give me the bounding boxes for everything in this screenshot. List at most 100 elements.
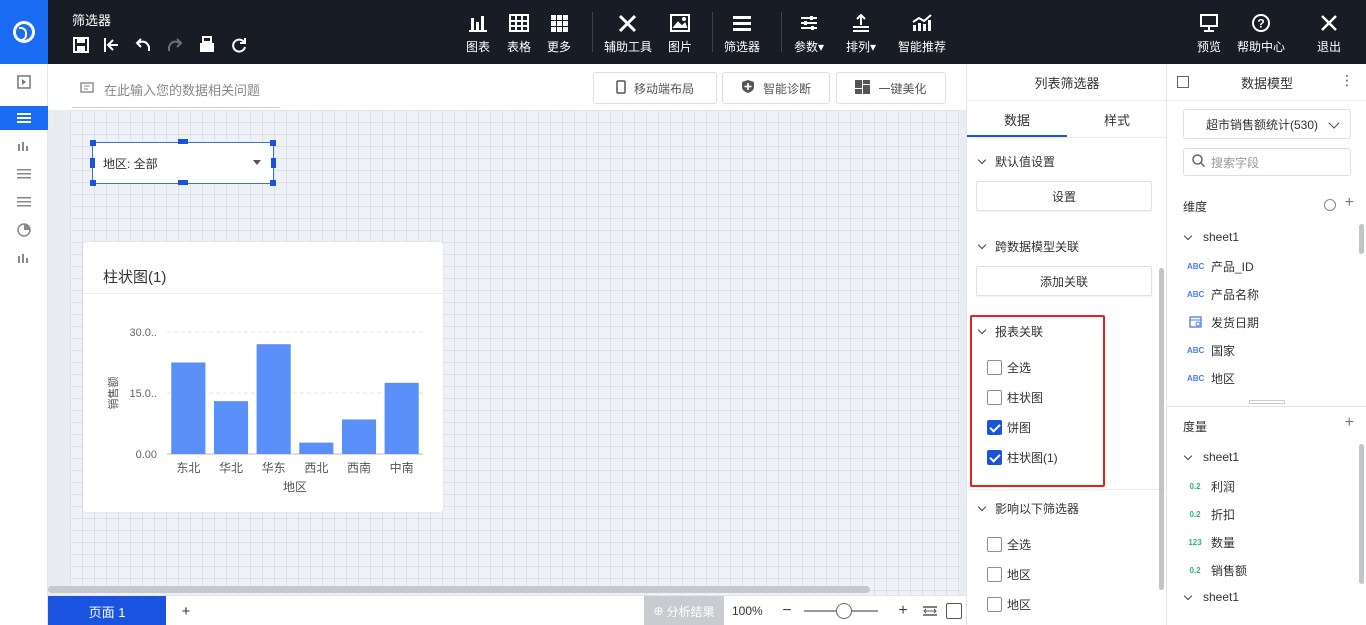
toolbar-filter-button[interactable]: 筛选器 [724, 12, 760, 56]
filter-panel-scrollbar[interactable] [1159, 268, 1164, 590]
report-item-bar-chart-1[interactable]: 柱状图(1) [987, 449, 1058, 466]
toolbar-help-button[interactable]: ? 帮助中心 [1237, 12, 1285, 56]
dimension-field[interactable]: ABC 国家 [1187, 342, 1235, 359]
toolbar-param-button[interactable]: 参数▾ [794, 12, 824, 56]
page-tab[interactable]: 页面 1 [48, 596, 166, 625]
refresh-icon[interactable] [228, 34, 250, 56]
checkbox[interactable] [987, 567, 1002, 582]
model-select[interactable]: 超市销售额统计(530) [1183, 109, 1351, 139]
measure-field[interactable]: 123 数量 [1187, 534, 1235, 551]
resize-handle[interactable] [270, 180, 276, 186]
save-icon[interactable] [70, 34, 92, 56]
checkbox[interactable] [987, 597, 1002, 612]
question-input[interactable]: 在此输入您的数据相关问题 [72, 72, 280, 108]
report-item-pie-chart[interactable]: 饼图 [987, 419, 1031, 436]
add-dimension-icon[interactable]: + [1345, 194, 1354, 212]
print-icon[interactable] [196, 34, 218, 56]
toolbar-smart-button[interactable]: 智能推荐 [898, 12, 946, 56]
checkbox-checked[interactable] [987, 420, 1002, 435]
help-icon: ? [1251, 12, 1271, 34]
toolbar-table-button[interactable]: 表格 [507, 12, 531, 56]
toolbar-preview-button[interactable]: 预览 [1197, 12, 1221, 56]
dimension-field[interactable]: 发货日期 [1187, 314, 1259, 331]
report-item-bar-chart[interactable]: 柱状图 [987, 389, 1043, 406]
globe-icon[interactable] [1324, 199, 1336, 211]
dimension-field[interactable]: ABC 产品名称 [1187, 286, 1259, 303]
checkbox[interactable] [987, 360, 1002, 375]
affect-item-region-2[interactable]: 地区 [987, 596, 1031, 613]
measure-field[interactable]: 0.2 折扣 [1187, 506, 1235, 523]
report-association-section[interactable]: 报表关联 [977, 323, 1043, 340]
default-value-section[interactable]: 默认值设置 [977, 153, 1055, 170]
measure-sheet-2[interactable]: sheet1 [1183, 590, 1239, 604]
bar-chart-widget[interactable]: 柱状图(1) 0.00 15.0.. 30.0.. 东北 华北 华东 西北 西南 中南 地区 销售额 [83, 242, 443, 512]
chevron-down-icon [1328, 117, 1340, 129]
checkbox[interactable] [987, 390, 1002, 405]
toolbar-chart-button[interactable]: 图表 [466, 12, 490, 56]
undo-icon[interactable] [132, 34, 154, 56]
cross-model-section[interactable]: 跨数据模型关联 [977, 238, 1079, 255]
toolbar-image-button[interactable]: 图片 [668, 12, 692, 56]
split-drag-handle[interactable] [1249, 400, 1285, 404]
resize-handle[interactable] [178, 139, 188, 144]
add-measure-icon[interactable]: + [1345, 414, 1354, 432]
zoom-slider-handle[interactable] [836, 603, 852, 619]
redo-icon[interactable] [164, 34, 186, 56]
set-default-button[interactable]: 设置 [976, 181, 1152, 211]
fit-screen-icon[interactable] [946, 603, 962, 619]
tools-icon [617, 12, 639, 34]
add-association-button[interactable]: 添加关联 [976, 266, 1152, 296]
mobile-layout-button[interactable]: 移动端布局 [593, 72, 717, 104]
resize-handle[interactable] [270, 140, 276, 146]
checkbox-checked[interactable] [987, 450, 1002, 465]
toolbar-assist-button[interactable]: 辅助工具 [604, 12, 652, 56]
dimension-sheet[interactable]: sheet1 [1183, 230, 1239, 244]
rail-bar-chart-icon-2[interactable] [0, 246, 48, 270]
toolbar-arrange-button[interactable]: 排列▾ [846, 12, 876, 56]
affect-filters-section[interactable]: 影响以下筛选器 [977, 500, 1079, 517]
add-page-button[interactable]: + [176, 596, 196, 625]
analyze-result-button[interactable]: ⊕ 分析结果 [644, 596, 724, 625]
measure-scrollbar[interactable] [1359, 444, 1364, 584]
checkbox[interactable] [987, 537, 1002, 552]
report-item-select-all[interactable]: 全选 [987, 359, 1031, 376]
dimension-header: 维度 [1183, 200, 1208, 214]
affect-item-region[interactable]: 地区 [987, 566, 1031, 583]
dimension-field[interactable]: ABC 地区 [1187, 370, 1235, 387]
rail-pie-chart-icon[interactable] [0, 218, 48, 242]
app-logo[interactable] [0, 0, 48, 64]
x-tick-label: 华东 [262, 461, 286, 475]
back-to-start-icon[interactable] [100, 34, 122, 56]
rail-list-icon-3[interactable] [0, 190, 48, 214]
canvas-horizontal-scrollbar[interactable] [48, 586, 870, 593]
resize-handle[interactable] [90, 140, 96, 146]
measure-sheet[interactable]: sheet1 [1183, 450, 1239, 464]
data-model-panel: 数据模型 ⋮ 超市销售额统计(530) 搜索字段 维度 + sheet1 ABC… [1166, 64, 1366, 625]
measure-field[interactable]: 0.2 销售额 [1187, 562, 1247, 579]
resize-handle[interactable] [271, 158, 276, 168]
affect-item-select-all[interactable]: 全选 [987, 536, 1031, 553]
tab-data[interactable]: 数据 [967, 101, 1067, 137]
zoom-out-icon[interactable]: − [778, 596, 796, 625]
beautify-button[interactable]: 一键美化 [836, 72, 946, 104]
dimension-field[interactable]: ABC 产品_ID [1187, 258, 1254, 275]
toolbar-exit-button[interactable]: 退出 [1317, 12, 1341, 56]
field-search-input[interactable]: 搜索字段 [1183, 148, 1351, 176]
fit-width-icon[interactable] [922, 603, 938, 619]
rail-bar-chart-icon[interactable] [0, 134, 48, 158]
zoom-in-icon[interactable]: + [894, 596, 912, 625]
rail-list-icon[interactable] [0, 106, 48, 130]
rail-list-icon-2[interactable] [0, 162, 48, 186]
resize-handle[interactable] [178, 180, 188, 185]
panel-collapse-icon[interactable] [1177, 76, 1189, 88]
resize-handle[interactable] [90, 180, 96, 186]
panel-toggle-icon[interactable] [0, 70, 48, 94]
more-options-icon[interactable]: ⋮ [1340, 72, 1354, 89]
toolbar-more-button[interactable]: 更多 [547, 12, 571, 56]
resize-handle[interactable] [90, 158, 95, 168]
region-filter-widget[interactable]: 地区: 全部 [92, 142, 274, 184]
tab-style[interactable]: 样式 [1067, 101, 1167, 137]
smart-diagnose-button[interactable]: 智能诊断 [722, 72, 830, 104]
dimension-scrollbar[interactable] [1359, 224, 1364, 254]
measure-field[interactable]: 0.2 利润 [1187, 478, 1235, 495]
